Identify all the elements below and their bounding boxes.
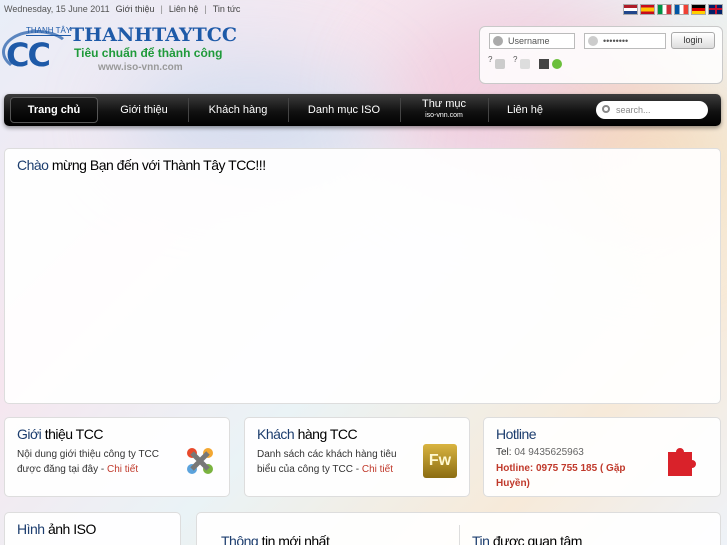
- logo-small-text: THANH TÂY: [26, 26, 72, 36]
- latest-news-title-b: tin mới nhất: [261, 533, 330, 545]
- clients-text: Danh sách các khách hàng tiêu biểu của c…: [257, 447, 397, 477]
- iso-images-box: Hình ảnh ISO: [4, 512, 181, 545]
- password-value: ••••••••: [603, 36, 629, 46]
- hotline-line2: Huyền): [496, 478, 530, 489]
- divider: |: [204, 4, 207, 14]
- nav-item-clients[interactable]: Khách hàng: [192, 94, 284, 126]
- hotline-number: Hotline: 0975 755 185 ( Gặp Huyền): [496, 461, 626, 491]
- iso-images-title-a: Hình: [17, 521, 48, 537]
- flag-it-icon[interactable]: [657, 4, 672, 15]
- popular-news-title: Tin được quan tâm: [472, 533, 582, 545]
- flag-de-icon[interactable]: [691, 4, 706, 15]
- clients-title-a: Khách: [257, 426, 298, 442]
- forgot-username-link[interactable]: ?: [513, 55, 517, 64]
- nav-item-folder[interactable]: Thư mục iso-vnn.com: [404, 94, 484, 126]
- joomla-icon: [187, 448, 213, 474]
- popular-news-title-b: được quan tâm: [492, 533, 583, 545]
- nav-folder-sub: iso-vnn.com: [425, 112, 463, 119]
- search-placeholder: search...: [616, 105, 651, 115]
- intro-box: Giới thiệu TCC Nội dung giới thiệu công …: [4, 417, 230, 497]
- welcome-title-prefix: Chào: [17, 157, 52, 173]
- login-button[interactable]: login: [671, 32, 715, 49]
- site-logo[interactable]: THANH TÂY CC THANHTAYTCC Tiêu chuẩn để t…: [2, 24, 237, 76]
- intro-title-b: thiệu TCC: [44, 426, 104, 442]
- hotline-line1: Hotline: 0975 755 185 ( Gặp: [496, 463, 626, 474]
- divider: |: [160, 4, 163, 14]
- add-user-icon[interactable]: [552, 59, 562, 69]
- welcome-panel: Chào mừng Bạn đến với Thành Tây TCC!!!: [4, 148, 721, 404]
- logo-mark: CC: [6, 36, 51, 74]
- logo-brand: THANHTAYTCC: [70, 24, 237, 46]
- login-box: Username •••••••• login ? ?: [479, 26, 723, 84]
- intro-more-link[interactable]: Chi tiết: [107, 464, 138, 475]
- password-input[interactable]: ••••••••: [584, 33, 666, 49]
- key-icon: [588, 36, 598, 46]
- flag-nl-icon[interactable]: [623, 4, 638, 15]
- tel-label: Tel:: [496, 447, 515, 458]
- main-navigation: Trang chủ Giới thiệu Khách hàng Danh mục…: [4, 94, 721, 126]
- intro-title: Giới thiệu TCC: [17, 426, 103, 442]
- clients-text-line1: Danh sách các khách hàng tiêu: [257, 449, 397, 460]
- top-link-about[interactable]: Giới thiệu: [116, 4, 155, 14]
- top-link-contact[interactable]: Liên hệ: [169, 4, 199, 14]
- popular-news-title-a: Tin: [472, 533, 493, 545]
- search-input[interactable]: search...: [596, 101, 708, 119]
- hotline-box: Hotline Tel: 04 9435625963 Hotline: 0975…: [483, 417, 721, 497]
- intro-text-line1: Nội dung giới thiệu công ty TCC: [17, 449, 160, 460]
- welcome-title-rest: mừng Bạn đến với Thành Tây TCC!!!: [51, 157, 266, 173]
- clients-title-b: hàng TCC: [297, 426, 358, 442]
- nav-item-contact[interactable]: Liên hệ: [492, 94, 558, 126]
- clients-more-link[interactable]: Chi tiết: [362, 464, 393, 475]
- logo-url: www.iso-vnn.com: [98, 62, 183, 73]
- register-icon[interactable]: [539, 59, 549, 69]
- news-divider: [459, 525, 460, 545]
- iso-images-title: Hình ảnh ISO: [17, 521, 96, 537]
- flag-es-icon[interactable]: [640, 4, 655, 15]
- lock-icon[interactable]: [495, 59, 505, 69]
- tel-number: 04 9435625963: [514, 447, 584, 458]
- welcome-title: Chào mừng Bạn đến với Thành Tây TCC!!!: [17, 157, 266, 173]
- hotline-title: Hotline: [496, 426, 537, 442]
- latest-news-title: Thông tin mới nhất: [221, 533, 330, 545]
- flag-gb-icon[interactable]: [708, 4, 723, 15]
- nav-divider: [488, 98, 489, 122]
- hotline-tel: Tel: 04 9435625963: [496, 447, 584, 458]
- nav-item-iso-catalog[interactable]: Danh mục ISO: [292, 94, 396, 126]
- search-icon: [602, 105, 610, 113]
- language-flags: [623, 4, 723, 15]
- clients-title: Khách hàng TCC: [257, 426, 358, 442]
- username-placeholder: Username: [508, 36, 550, 46]
- intro-title-a: Giới: [17, 426, 45, 442]
- clients-box: Khách hàng TCC Danh sách các khách hàng …: [244, 417, 470, 497]
- iso-images-title-b: ảnh ISO: [47, 521, 96, 537]
- top-link-news[interactable]: Tin tức: [213, 4, 241, 14]
- nav-divider: [288, 98, 289, 122]
- nav-divider: [400, 98, 401, 122]
- current-date: Wednesday, 15 June 2011: [4, 4, 110, 14]
- forgot-password-link[interactable]: ?: [488, 55, 492, 64]
- nav-item-about[interactable]: Giới thiệu: [104, 94, 184, 126]
- fireworks-icon: Fw: [423, 444, 457, 478]
- flag-fr-icon[interactable]: [674, 4, 689, 15]
- user-icon: [493, 36, 503, 46]
- nav-folder-label: Thư mục: [421, 98, 467, 110]
- user-help-icon[interactable]: [520, 59, 530, 69]
- username-input[interactable]: Username: [489, 33, 575, 49]
- puzzle-icon: [668, 448, 696, 476]
- clients-text-line2: biểu của công ty TCC -: [257, 464, 362, 475]
- logo-slogan: Tiêu chuẩn để thành công: [74, 46, 223, 60]
- nav-divider: [188, 98, 189, 122]
- latest-news-title-a: Thông: [221, 533, 262, 545]
- top-bar: Wednesday, 15 June 2011 Giới thiệu | Liê…: [4, 4, 240, 14]
- intro-text-line2: được đăng tại đây -: [17, 464, 107, 475]
- nav-item-home[interactable]: Trang chủ: [10, 97, 98, 123]
- intro-text: Nội dung giới thiệu công ty TCC được đăn…: [17, 447, 159, 477]
- news-box: Thông tin mới nhất Tin được quan tâm: [196, 512, 721, 545]
